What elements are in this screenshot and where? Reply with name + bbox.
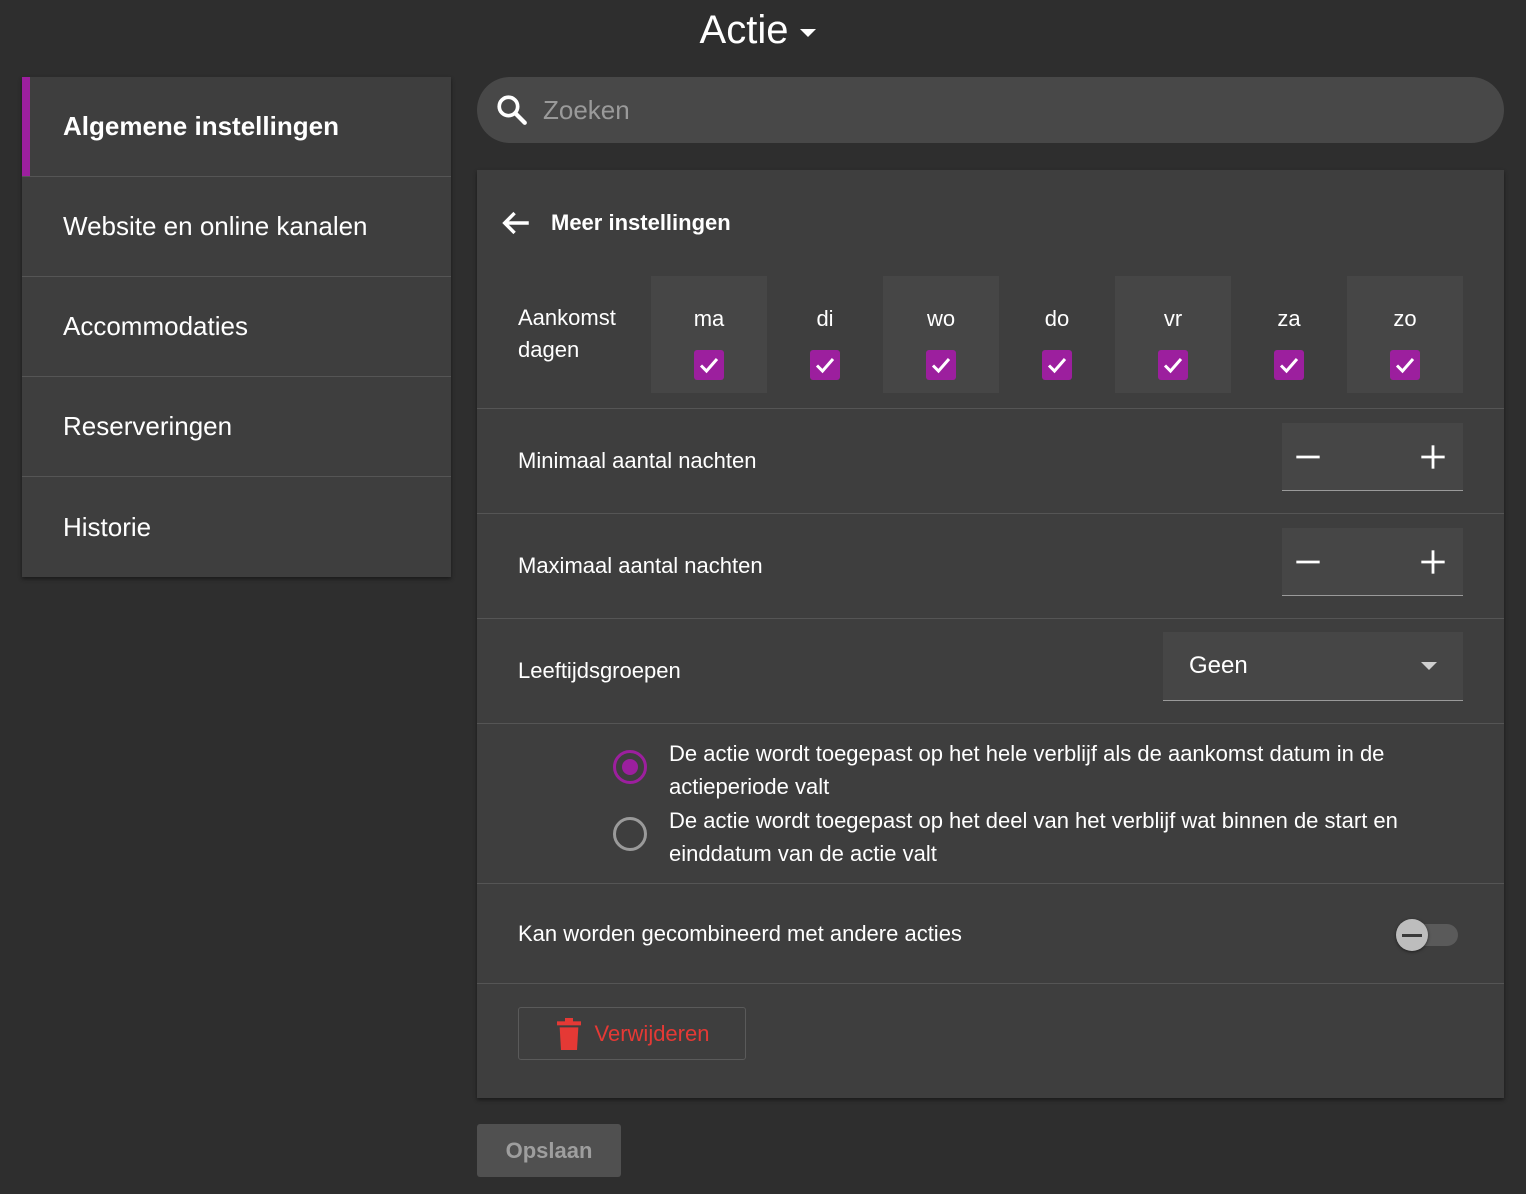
age-groups-label: Leeftijdsgroepen [518,658,681,683]
search-icon [497,95,527,125]
age-groups-row: Leeftijdsgroepen Geen [477,618,1504,723]
arrival-days-grid: ma di wo do vr za zo [651,276,1463,393]
day-checkbox-di[interactable] [810,350,840,380]
sidebar-item-reserveringen[interactable]: Reserveringen [22,377,451,477]
radio-checked-icon [613,750,647,784]
apply-option-label: De actie wordt toegepast op het deel van… [669,808,1398,866]
sidebar-item-website-en-online-kanalen[interactable]: Website en online kanalen [22,177,451,277]
check-icon [1279,358,1299,374]
max-nights-label: Maximaal aantal nachten [518,553,763,578]
trash-icon [556,1017,581,1050]
apply-option-partial-stay[interactable]: De actie wordt toegepast op het deel van… [613,804,1469,870]
day-checkbox-ma[interactable] [694,350,724,380]
day-za: za [1231,276,1347,393]
day-name: di [816,306,834,331]
max-nights-row: Maximaal aantal nachten [477,513,1504,618]
day-wo: wo [883,276,999,393]
apply-option-whole-stay[interactable]: De actie wordt toegepast op het hele ver… [613,737,1469,803]
max-nights-stepper[interactable] [1282,528,1463,596]
search-input[interactable] [543,94,1504,126]
page: Actie Algemene instellingen Website en o… [0,0,1526,1194]
sidebar-item-label: Historie [63,511,152,542]
age-groups-selected-value: Geen [1189,652,1248,679]
day-vr: vr [1115,276,1231,393]
day-checkbox-do[interactable] [1042,350,1072,380]
apply-option-label: De actie wordt toegepast op het hele ver… [669,741,1385,799]
check-icon [699,358,719,374]
radio-unchecked-icon [613,817,647,851]
page-title: Actie [699,8,789,52]
day-checkbox-vr[interactable] [1158,350,1188,380]
page-title-dropdown[interactable]: Actie [0,8,1516,53]
plus-icon [1421,444,1445,469]
sidebar: Algemene instellingen Website en online … [22,77,451,577]
sidebar-item-historie[interactable]: Historie [22,477,451,577]
check-icon [815,358,835,374]
check-icon [1163,358,1183,374]
min-nights-row: Minimaal aantal nachten [477,408,1504,513]
day-di: di [767,276,883,393]
apply-options-row: De actie wordt toegepast op het hele ver… [477,723,1504,883]
age-groups-select[interactable]: Geen [1163,632,1463,701]
sidebar-item-label: Reserveringen [63,411,233,441]
check-icon [1047,358,1067,374]
day-name: zo [1393,306,1417,331]
check-icon [1395,358,1415,374]
back-arrow-icon[interactable] [499,206,533,240]
min-nights-label: Minimaal aantal nachten [518,448,757,473]
sidebar-item-algemene-instellingen[interactable]: Algemene instellingen [22,77,451,177]
caret-down-icon [800,28,817,37]
save-button[interactable]: Opslaan [477,1124,621,1177]
arrival-days-row: Aankomst dagen ma di wo do vr za zo [477,276,1504,408]
card-header: Meer instellingen [477,170,1504,276]
combinable-toggle[interactable] [1396,919,1458,951]
day-name: za [1277,306,1301,331]
card-title: Meer instellingen [551,210,731,235]
day-name: do [1044,306,1070,331]
day-do: do [999,276,1115,393]
day-name: vr [1163,306,1183,331]
day-name: wo [926,306,956,331]
decrement-button[interactable] [1290,544,1326,580]
toggle-off-icon [1396,919,1428,951]
plus-icon [1421,549,1445,574]
min-nights-stepper[interactable] [1282,423,1463,491]
combinable-label: Kan worden gecombineerd met andere actie… [518,920,962,946]
arrival-days-label-line2: dagen [518,337,580,362]
arrival-days-label: Aankomst dagen [518,302,648,366]
save-button-label: Opslaan [505,1137,593,1163]
sidebar-item-label: Algemene instellingen [63,111,339,141]
settings-card: Meer instellingen Aankomst dagen ma di w… [477,170,1504,1098]
decrement-button[interactable] [1290,439,1326,475]
minus-icon [1296,560,1320,563]
delete-row: Verwijderen [477,983,1504,1093]
combinable-row: Kan worden gecombineerd met andere actie… [477,883,1504,983]
increment-button[interactable] [1415,544,1451,580]
day-zo: zo [1347,276,1463,393]
dropdown-arrow-icon [1421,662,1437,670]
day-checkbox-za[interactable] [1274,350,1304,380]
day-name: ma [693,306,725,331]
day-checkbox-wo[interactable] [926,350,956,380]
search-bar [477,77,1504,143]
increment-button[interactable] [1415,439,1451,475]
sidebar-item-label: Website en online kanalen [63,211,368,241]
check-icon [931,358,951,374]
arrival-days-label-line1: Aankomst [518,305,616,330]
sidebar-item-label: Accommodaties [63,311,248,341]
day-checkbox-zo[interactable] [1390,350,1420,380]
sidebar-item-accommodaties[interactable]: Accommodaties [22,277,451,377]
delete-button[interactable]: Verwijderen [518,1007,746,1060]
delete-button-label: Verwijderen [594,1020,710,1046]
day-ma: ma [651,276,767,393]
minus-icon [1296,455,1320,458]
